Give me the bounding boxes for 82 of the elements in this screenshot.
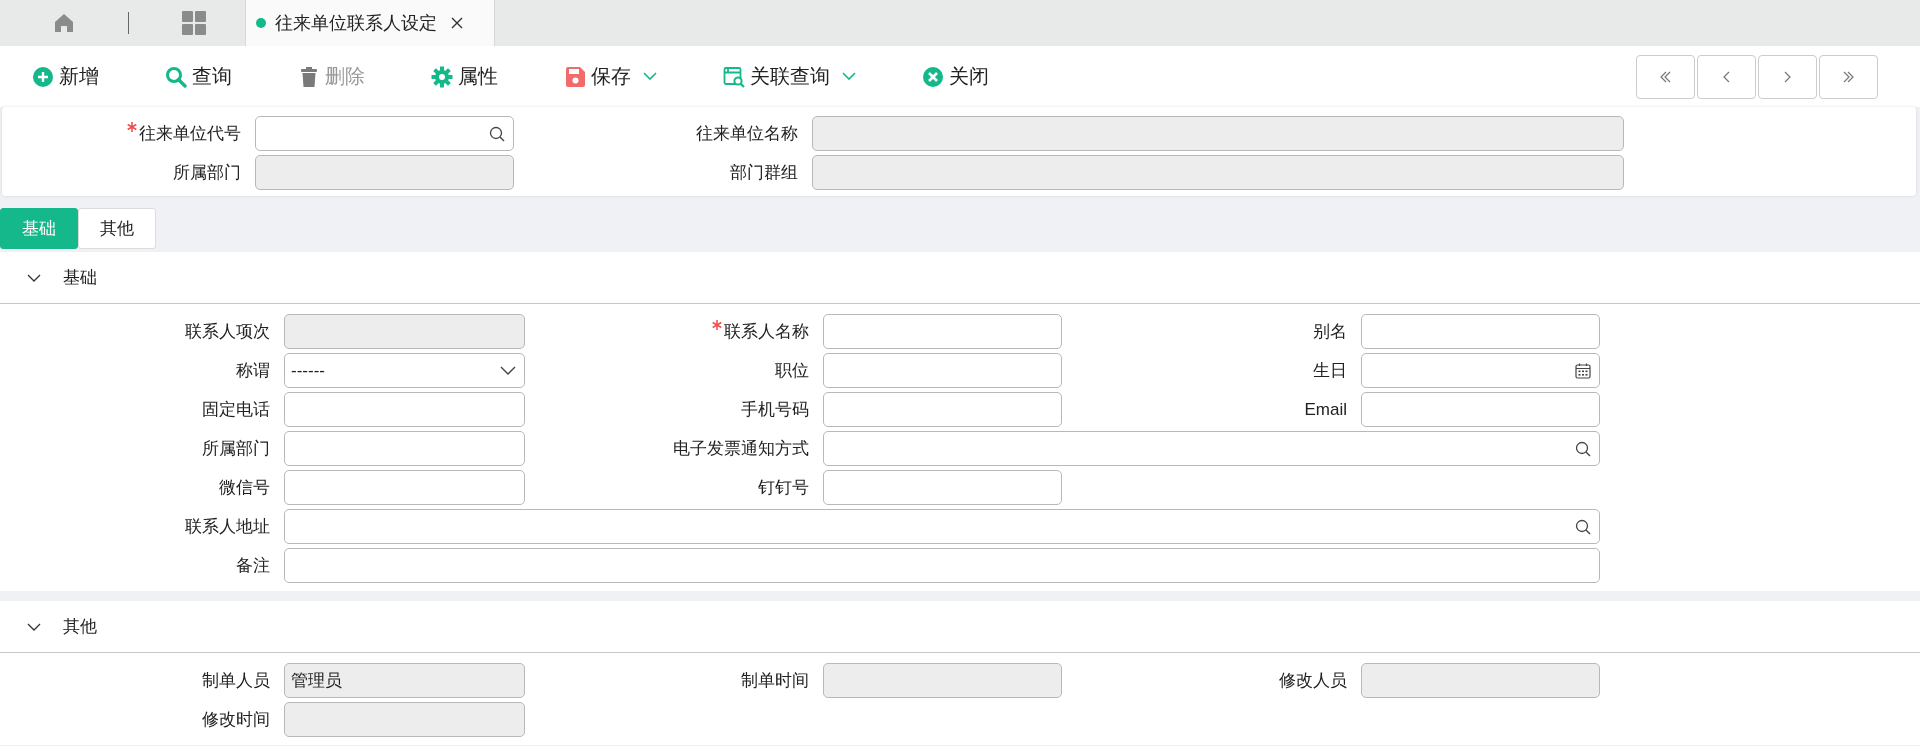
field-label: 所属部门	[202, 438, 270, 460]
field-label: 钉钉号	[758, 477, 809, 499]
field-label: 联系人地址	[185, 516, 270, 538]
field-label: 联系人名称	[712, 320, 809, 343]
search-icon[interactable]	[1575, 518, 1591, 535]
field-label: 备注	[236, 555, 270, 577]
double-chevron-icon	[1843, 70, 1854, 83]
plus-circle-icon	[32, 65, 54, 88]
input-field[interactable]	[284, 509, 1600, 544]
field-label: Email	[1304, 399, 1347, 420]
input-field[interactable]: 管理员	[284, 663, 525, 698]
input-field[interactable]	[812, 155, 1624, 190]
active-dot-icon	[256, 18, 266, 28]
toolbar-button[interactable]: 保存	[564, 63, 657, 90]
field-label: 生日	[1313, 360, 1347, 382]
tab-title: 往来单位联系人设定	[275, 12, 437, 35]
toolbar-button[interactable]: 新增	[32, 63, 99, 90]
home-icon[interactable]	[53, 12, 75, 34]
field-label: 电子发票通知方式	[673, 438, 809, 460]
field-label: 制单人员	[202, 670, 270, 692]
date-field[interactable]	[1361, 353, 1600, 388]
field-label: 制单时间	[741, 670, 809, 692]
toolbar-button[interactable]: 关闭	[922, 63, 989, 90]
input-field[interactable]	[823, 663, 1062, 698]
input-field[interactable]	[823, 314, 1062, 349]
close-icon	[922, 65, 944, 88]
field-label: 修改人员	[1279, 670, 1347, 692]
input-field[interactable]	[255, 116, 514, 151]
input-field[interactable]	[823, 353, 1062, 388]
calendar-icon[interactable]	[1575, 362, 1591, 379]
first-page-button[interactable]	[1636, 54, 1695, 99]
double-chevron-icon	[1660, 70, 1671, 83]
input-field[interactable]	[284, 548, 1600, 583]
field-label: 修改时间	[202, 709, 270, 731]
search-icon[interactable]	[489, 125, 505, 142]
dropdown-field[interactable]: ------	[284, 353, 525, 388]
window-search-icon	[723, 65, 745, 88]
input-field[interactable]	[284, 392, 525, 427]
field-label: 职位	[775, 360, 809, 382]
input-field[interactable]	[284, 431, 525, 466]
previous-page-button[interactable]	[1697, 54, 1756, 99]
field-label: 联系人项次	[185, 321, 270, 343]
field-label: 称谓	[236, 360, 270, 382]
field-label: 微信号	[219, 477, 270, 499]
input-field[interactable]	[284, 470, 525, 505]
field-label: 手机号码	[741, 399, 809, 421]
chevron-down-icon[interactable]	[500, 365, 516, 376]
input-field[interactable]	[823, 392, 1062, 427]
field-label: 所属部门	[173, 162, 241, 184]
input-field[interactable]	[284, 702, 525, 737]
trash-icon	[298, 65, 320, 88]
input-field[interactable]	[1361, 314, 1600, 349]
tab[interactable]: 其他	[78, 208, 156, 249]
toolbar-button[interactable]: 查询	[165, 63, 232, 90]
field-label: 固定电话	[202, 399, 270, 421]
toolbar-button[interactable]: 关联查询	[723, 63, 856, 90]
chevron-down-icon	[842, 72, 856, 81]
last-page-button[interactable]	[1819, 54, 1878, 99]
section-header[interactable]: 基础	[0, 252, 1920, 304]
field-label: 别名	[1313, 321, 1347, 343]
input-field[interactable]	[255, 155, 514, 190]
input-field[interactable]	[823, 470, 1062, 505]
chevron-icon	[1784, 70, 1791, 83]
gear-icon	[431, 65, 453, 88]
input-field[interactable]	[823, 431, 1600, 466]
next-page-button[interactable]	[1758, 54, 1817, 99]
search-icon	[165, 65, 187, 88]
toolbar-button[interactable]: 属性	[431, 63, 498, 90]
input-field[interactable]	[1361, 392, 1600, 427]
section-header[interactable]: 其他	[0, 601, 1920, 653]
field-label: 往来单位名称	[696, 123, 798, 145]
grid-icon[interactable]	[181, 10, 207, 36]
input-field[interactable]	[284, 314, 525, 349]
chevron-down-icon	[643, 72, 657, 81]
document-tab[interactable]: 往来单位联系人设定	[245, 0, 495, 46]
field-label: 部门群组	[730, 162, 798, 184]
input-field[interactable]	[1361, 663, 1600, 698]
input-field[interactable]	[812, 116, 1624, 151]
close-icon[interactable]	[451, 17, 463, 29]
search-icon[interactable]	[1575, 440, 1591, 457]
field-label: 往来单位代号	[127, 122, 241, 145]
chevron-icon	[1723, 70, 1730, 83]
